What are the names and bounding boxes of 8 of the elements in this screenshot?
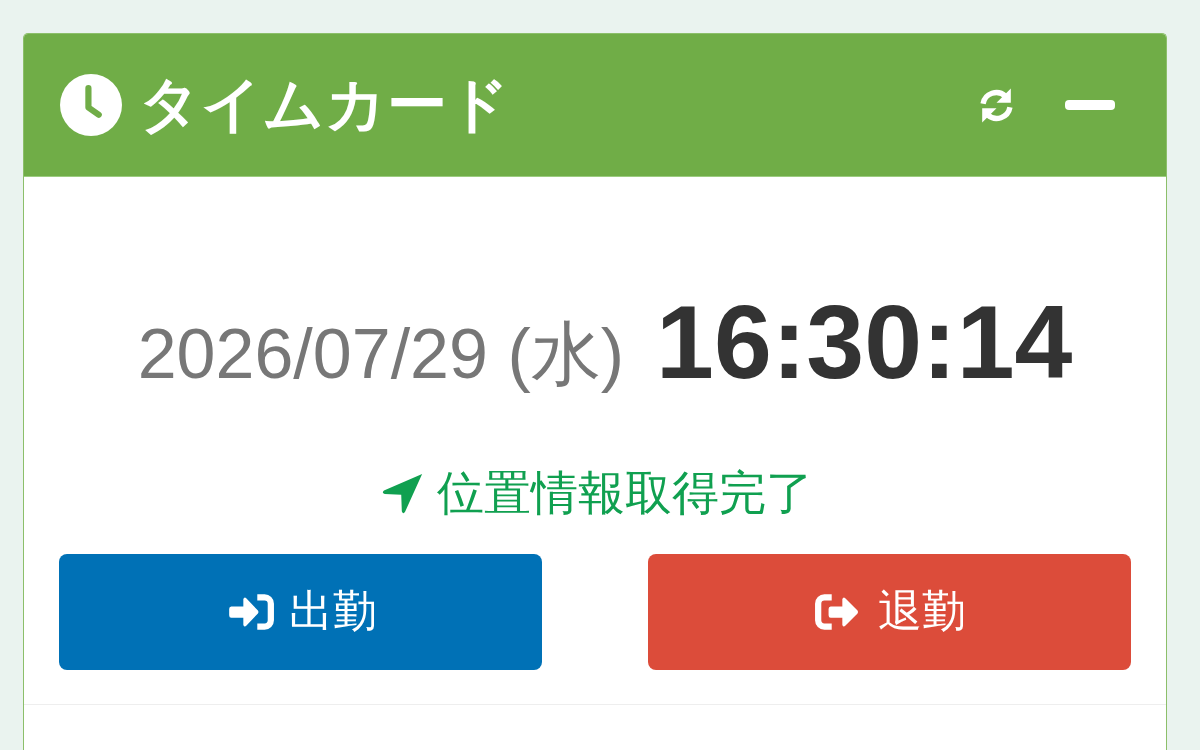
clock-icon xyxy=(60,74,122,136)
clock-in-button[interactable]: 出勤 xyxy=(59,553,542,670)
clock-time: 16:30:14 xyxy=(656,285,1073,400)
location-status: 位置情報取得完了 xyxy=(437,465,813,522)
clock-out-button[interactable]: 退勤 xyxy=(648,553,1131,670)
panel-title: タイムカード xyxy=(139,70,510,140)
minimize-icon[interactable] xyxy=(1065,100,1115,110)
date-text: 2026/07/29 (水) xyxy=(137,316,625,393)
